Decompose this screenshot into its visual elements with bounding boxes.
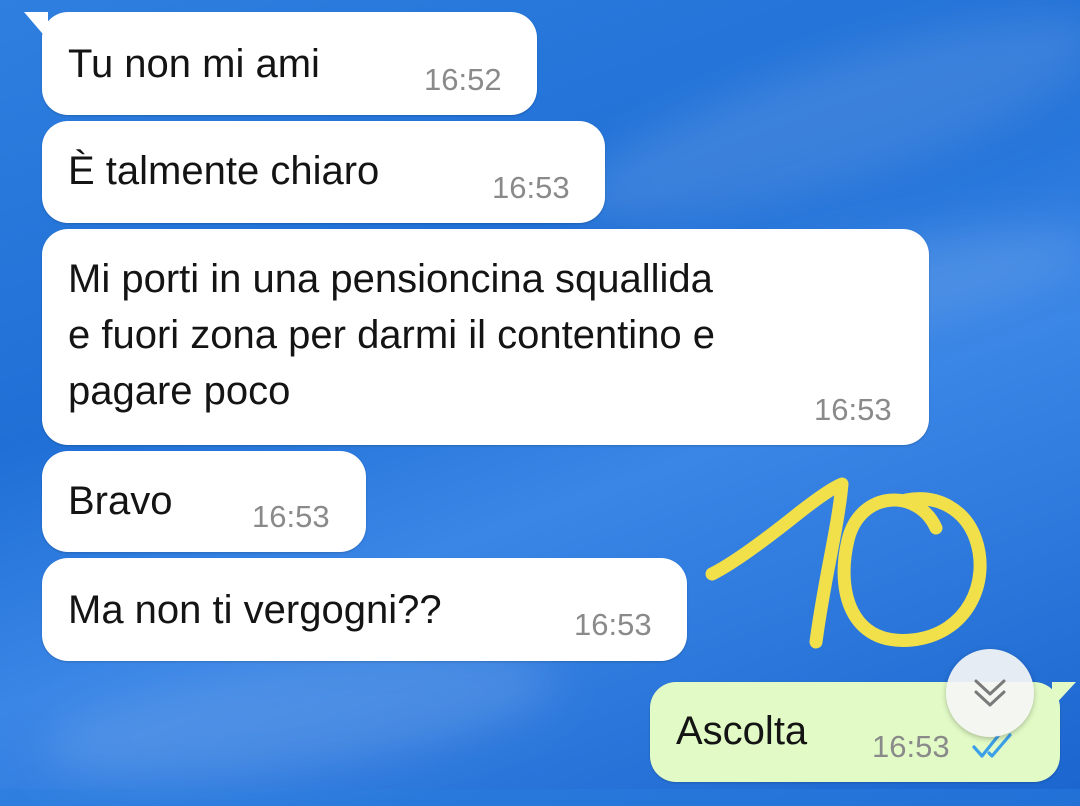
background-cloud (555, 0, 1080, 264)
bubble-tail (1052, 682, 1076, 708)
message-bubble-incoming[interactable]: Bravo 16:53 (42, 451, 366, 552)
message-bubble-incoming[interactable]: Tu non mi ami 16:52 (42, 12, 537, 115)
message-text: Ascolta (676, 709, 808, 753)
message-text: Mi porti in una pensioncina squallida e … (68, 257, 716, 413)
message-text: Ma non ti vergogni?? (68, 588, 442, 632)
message-text: Bravo (68, 479, 173, 523)
message-bubble-incoming[interactable]: È talmente chiaro 16:53 (42, 121, 605, 223)
message-bubble-incoming[interactable]: Mi porti in una pensioncina squallida e … (42, 229, 929, 445)
double-chevron-down-icon (974, 679, 1006, 707)
message-text: È talmente chiaro (68, 149, 380, 193)
message-text: Tu non mi ami (68, 42, 320, 86)
handwritten-annotation (705, 477, 987, 649)
message-time: 16:52 (424, 62, 502, 97)
bubble-tail (24, 12, 48, 40)
message-bubble-incoming[interactable]: Ma non ti vergogni?? 16:53 (42, 558, 687, 661)
message-time: 16:53 (814, 392, 892, 427)
message-time: 16:53 (574, 607, 652, 642)
message-time: 16:53 (872, 729, 950, 764)
message-time: 16:53 (252, 499, 330, 534)
scroll-to-bottom-button[interactable] (946, 649, 1034, 737)
message-time: 16:53 (492, 170, 570, 205)
